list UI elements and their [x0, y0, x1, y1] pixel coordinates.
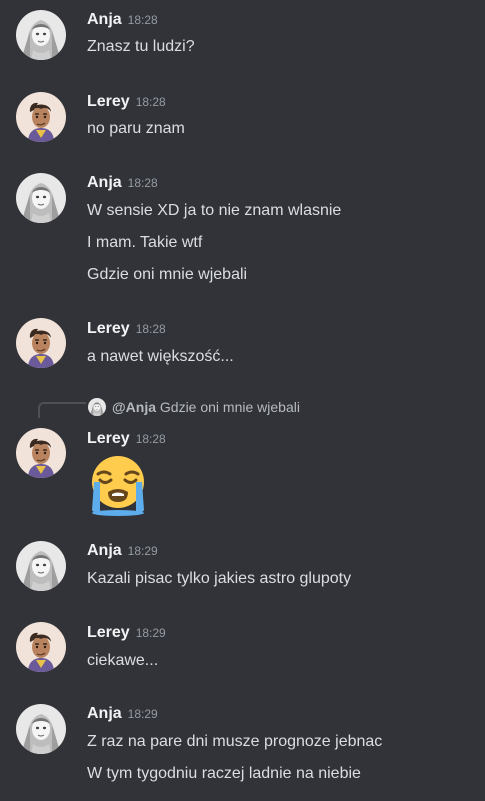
- author-name[interactable]: Lerey: [87, 93, 130, 110]
- lerey-avatar-icon: [16, 428, 66, 478]
- avatar[interactable]: [16, 428, 66, 478]
- message-timestamp: 18:28: [135, 322, 166, 336]
- message-text: I mam. Takie wtf: [87, 234, 203, 251]
- avatar[interactable]: [16, 318, 66, 368]
- message-text: W sensie XD ja to nie znam wlasnie: [87, 202, 342, 219]
- author-name[interactable]: Lerey: [87, 320, 130, 337]
- author-name[interactable]: Anja: [87, 174, 122, 191]
- message-text: Gdzie oni mnie wjebali: [87, 266, 248, 283]
- avatar[interactable]: [16, 92, 66, 142]
- reply-content[interactable]: Gdzie oni mnie wjebali: [160, 399, 300, 415]
- message-author[interactable]: Anja 18:28: [87, 173, 158, 193]
- message-author[interactable]: Anja 18:29: [87, 704, 158, 724]
- message-timestamp: 18:28: [127, 13, 158, 27]
- message-timestamp: 18:29: [127, 707, 158, 721]
- avatar[interactable]: [16, 704, 66, 754]
- message-timestamp: 18:28: [127, 176, 158, 190]
- author-name[interactable]: Anja: [87, 705, 122, 722]
- message-text: Znasz tu ludzi?: [87, 38, 195, 55]
- message-text: W tym tygodniu raczej ladnie na niebie: [87, 765, 361, 782]
- message-text: no paru znam: [87, 120, 185, 137]
- message-text: Z raz na pare dni musze prognoze jebnac: [87, 733, 383, 750]
- avatar[interactable]: [16, 10, 66, 60]
- reply-author[interactable]: @Anja: [112, 399, 156, 415]
- message-text: a nawet większość...: [87, 348, 234, 365]
- message-author[interactable]: Lerey 18:29: [87, 623, 166, 643]
- author-name[interactable]: Anja: [87, 542, 122, 559]
- message-text: Kazali pisac tylko jakies astro glupoty: [87, 570, 352, 587]
- message-author[interactable]: Anja 18:29: [87, 541, 158, 561]
- avatar[interactable]: [16, 622, 66, 672]
- lerey-avatar-icon: [16, 318, 66, 368]
- reply-avatar: [88, 398, 106, 416]
- message-author[interactable]: Lerey 18:28: [87, 319, 166, 339]
- anja-avatar-icon: [16, 173, 66, 223]
- message-timestamp: 18:28: [135, 95, 166, 109]
- message-timestamp: 18:29: [135, 626, 166, 640]
- lerey-avatar-icon: [16, 92, 66, 142]
- reply-text: @Anja Gdzie oni mnie wjebali: [112, 398, 300, 416]
- anja-avatar-icon: [16, 541, 66, 591]
- message-author[interactable]: Lerey 18:28: [87, 92, 166, 112]
- message-timestamp: 18:28: [135, 432, 166, 446]
- loudly-crying-face-icon[interactable]: [86, 452, 150, 516]
- message-author[interactable]: Lerey 18:28: [87, 429, 166, 449]
- avatar[interactable]: [16, 173, 66, 223]
- author-name[interactable]: Lerey: [87, 430, 130, 447]
- lerey-avatar-icon: [16, 622, 66, 672]
- author-name[interactable]: Lerey: [87, 624, 130, 641]
- avatar[interactable]: [16, 541, 66, 591]
- reply-spine: [38, 402, 86, 418]
- reply-preview[interactable]: @Anja Gdzie oni mnie wjebali: [38, 392, 478, 428]
- anja-avatar-icon: [16, 704, 66, 754]
- anja-avatar-icon: [16, 10, 66, 60]
- anja-avatar-icon: [88, 398, 106, 416]
- message-author[interactable]: Anja 18:28: [87, 10, 158, 30]
- message-text: ciekawe...: [87, 652, 159, 669]
- message-timestamp: 18:29: [127, 544, 158, 558]
- author-name[interactable]: Anja: [87, 11, 122, 28]
